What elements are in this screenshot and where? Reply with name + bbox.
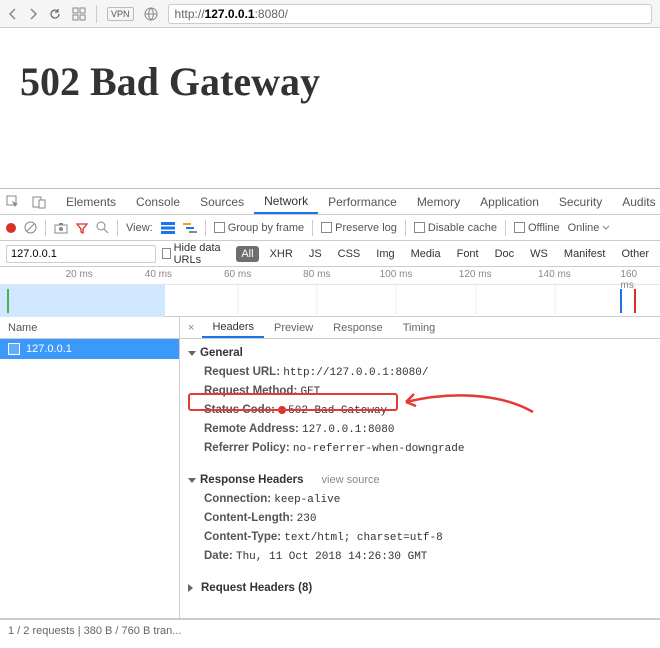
status-code-row: Status Code: 502 Bad Gateway [188,401,652,420]
name-header: Name [0,317,179,339]
detail-tabs: × Headers Preview Response Timing [180,317,660,339]
url-bar[interactable]: http://127.0.0.1:8080/ [168,4,652,24]
view-label: View: [126,222,153,234]
network-timeline[interactable]: 20 ms 40 ms 60 ms 80 ms 100 ms 120 ms 14… [0,267,660,317]
search-icon[interactable] [96,221,109,234]
filter-type-js[interactable]: JS [304,246,327,262]
network-filter-bar: Hide data URLs All XHR JS CSS Img Media … [0,241,660,267]
page-heading: 502 Bad Gateway [20,58,640,105]
vpn-badge[interactable]: VPN [107,7,134,21]
group-by-frame-checkbox[interactable]: Group by frame [214,222,304,234]
status-dot-icon [278,406,286,414]
tab-audits[interactable]: Audits [612,189,660,214]
disable-cache-checkbox[interactable]: Disable cache [414,222,497,234]
hide-data-urls-checkbox[interactable]: Hide data URLs [162,242,230,266]
view-source-link[interactable]: view source [322,474,380,486]
file-icon [8,343,20,355]
network-body: Name 127.0.0.1 × Headers Preview Respons… [0,317,660,619]
filter-type-img[interactable]: Img [371,246,399,262]
inspect-element-icon[interactable] [0,189,26,214]
dtab-timing[interactable]: Timing [393,317,446,338]
response-headers-section: Response Headersview source Connection: … [180,466,660,574]
request-details: × Headers Preview Response Timing Genera… [180,317,660,618]
filter-type-css[interactable]: CSS [333,246,366,262]
reload-button[interactable] [48,7,62,21]
filter-type-xhr[interactable]: XHR [265,246,298,262]
forward-button[interactable] [28,8,38,20]
general-title[interactable]: General [188,343,652,363]
filter-type-manifest[interactable]: Manifest [559,246,611,262]
url-host: 127.0.0.1 [205,7,255,21]
preserve-log-checkbox[interactable]: Preserve log [321,222,397,234]
general-section: General Request URL: http://127.0.0.1:80… [180,339,660,466]
filter-icon[interactable] [76,222,88,234]
tab-memory[interactable]: Memory [407,189,470,214]
online-dropdown[interactable]: Online [568,222,611,234]
filter-type-media[interactable]: Media [406,246,446,262]
browser-toolbar: VPN http://127.0.0.1:8080/ [0,0,660,28]
apps-button[interactable] [72,7,86,21]
status-bar: 1 / 2 requests | 380 B / 760 B tran... [0,619,660,641]
filter-type-doc[interactable]: Doc [490,246,520,262]
filter-type-font[interactable]: Font [452,246,484,262]
record-button[interactable] [6,223,16,233]
page-viewport: 502 Bad Gateway [0,28,660,188]
tab-performance[interactable]: Performance [318,189,407,214]
tab-elements[interactable]: Elements [56,189,126,214]
tab-application[interactable]: Application [470,189,549,214]
devtools-panel: Elements Console Sources Network Perform… [0,188,660,641]
response-headers-title[interactable]: Response Headersview source [188,470,652,490]
globe-icon [144,7,158,21]
filter-type-all[interactable]: All [236,246,258,262]
network-toolbar: View: Group by frame Preserve log Disabl… [0,215,660,241]
status-text: 1 / 2 requests | 380 B / 760 B tran... [8,625,181,637]
device-toggle-icon[interactable] [26,189,52,214]
url-prefix: http:// [175,7,205,21]
request-headers-title[interactable]: Request Headers (8) [188,578,652,598]
waterfall-icon[interactable] [183,222,197,234]
clear-button[interactable] [24,221,37,234]
tab-sources[interactable]: Sources [190,189,254,214]
request-name: 127.0.0.1 [26,343,72,355]
offline-checkbox[interactable]: Offline [514,222,560,234]
filter-type-ws[interactable]: WS [525,246,553,262]
dtab-preview[interactable]: Preview [264,317,323,338]
filter-input[interactable] [6,245,156,263]
capture-screenshot-icon[interactable] [54,222,68,234]
tab-console[interactable]: Console [126,189,190,214]
url-port: :8080/ [255,7,288,21]
tab-security[interactable]: Security [549,189,612,214]
close-details-icon[interactable]: × [180,317,202,338]
request-list: Name 127.0.0.1 [0,317,180,618]
tab-network[interactable]: Network [254,189,318,214]
devtools-tabs: Elements Console Sources Network Perform… [0,189,660,215]
large-rows-icon[interactable] [161,222,175,234]
request-row[interactable]: 127.0.0.1 [0,339,179,359]
dtab-headers[interactable]: Headers [202,317,264,338]
filter-type-other[interactable]: Other [616,246,654,262]
request-headers-section: Request Headers (8) [180,574,660,606]
back-button[interactable] [8,8,18,20]
dtab-response[interactable]: Response [323,317,393,338]
